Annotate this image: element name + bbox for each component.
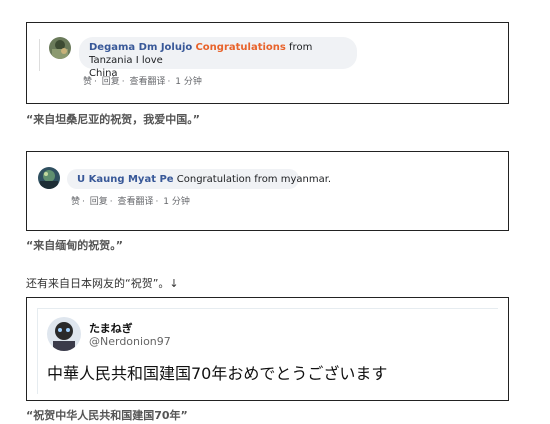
avatar[interactable]: [49, 37, 71, 59]
comment-actions: 赞 · 回复 · 查看翻译 · 1 分钟: [71, 197, 190, 207]
caption-1: “来自坦桑尼亚的祝贺，我爱中国。”: [26, 113, 200, 126]
avatar[interactable]: [47, 317, 81, 351]
tweet-author-name[interactable]: たまねぎ: [89, 320, 133, 336]
avatar[interactable]: [38, 167, 60, 189]
comment-card-1: Degama Dm Jolujo Congratulations from Ta…: [26, 22, 509, 104]
intro-note: 还有来自日本网友的“祝贺”。↓: [26, 277, 179, 290]
thread-line: [39, 39, 40, 71]
highlight-text: Congratulations: [195, 42, 286, 53]
commenter-name[interactable]: Degama Dm Jolujo: [89, 42, 192, 53]
tweet-author-handle[interactable]: @Nerdonion97: [89, 335, 171, 348]
timestamp[interactable]: 1 分钟: [175, 77, 202, 87]
comment-card-2: U Kaung Myat Pe Congratulation from myan…: [26, 151, 509, 231]
like-link[interactable]: 赞: [83, 77, 92, 87]
caption-2: “来自缅甸的祝贺。”: [26, 239, 123, 252]
translate-link[interactable]: 查看翻译: [130, 77, 166, 87]
timestamp[interactable]: 1 分钟: [163, 197, 190, 207]
commenter-name[interactable]: U Kaung Myat Pe: [77, 174, 174, 185]
comment-bubble: Degama Dm Jolujo Congratulations from Ta…: [79, 37, 357, 79]
comment-actions: 赞 · 回复 · 查看翻译 · 1 分钟: [83, 77, 202, 87]
tweet-card: たまねぎ @Nerdonion97 中華人民共和国建国70年おめでとうございます: [26, 297, 509, 401]
caption-3: “祝贺中华人民共和国建国70年”: [26, 409, 188, 422]
comment-text: Congratulation from myanmar.: [173, 174, 332, 185]
reply-link[interactable]: 回复: [102, 77, 120, 87]
comment-bubble: U Kaung Myat Pe Congratulation from myan…: [67, 169, 331, 189]
like-link[interactable]: 赞: [71, 197, 80, 207]
tweet-text: 中華人民共和国建国70年おめでとうございます: [47, 364, 388, 383]
reply-link[interactable]: 回复: [90, 197, 108, 207]
translate-link[interactable]: 查看翻译: [118, 197, 154, 207]
